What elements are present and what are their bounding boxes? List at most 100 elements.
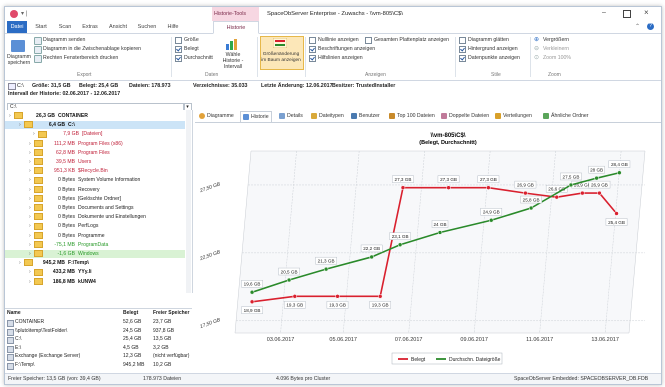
tab-scan[interactable]: Scan	[55, 21, 75, 33]
tab-label: Details	[287, 113, 303, 119]
tab-label: Historie	[251, 114, 269, 120]
tab-duplicates[interactable]: Doppelte Dateien	[441, 111, 489, 121]
print-right-pane-button[interactable]: Rechten Fensterbereich drucken	[43, 55, 118, 61]
help-icon[interactable]: ?	[647, 23, 654, 30]
close-icon[interactable]: ×	[644, 8, 649, 17]
copy-diagram-button[interactable]: Diagramm in die Zwischenablage kopieren	[43, 46, 141, 52]
table-cell-name: Exchange (Exchange Server)	[15, 353, 81, 360]
duplicates-icon	[441, 112, 447, 119]
zero-line-checkbox[interactable]	[309, 37, 316, 44]
labels-checkbox[interactable]	[309, 46, 316, 53]
tree-item-size: 111,2 MB	[53, 140, 75, 147]
status-free-space: Freier Speicher: 13,5 GB (von: 39,4 GB)	[8, 376, 101, 382]
tree-item[interactable]: › 0 Bytes Dokumente und Einstellungen	[5, 213, 185, 221]
tab-ansicht[interactable]: Ansicht	[105, 21, 131, 33]
col-header-name[interactable]: Name	[7, 310, 21, 316]
folder-icon	[34, 148, 43, 156]
size-checkbox[interactable]	[175, 37, 182, 44]
save-diagram-button[interactable]: Diagramm speichern	[6, 54, 32, 66]
used-checkbox[interactable]	[175, 46, 182, 53]
window-title: SpaceObServer Enterprise - Zuwachs - \\v…	[267, 11, 403, 17]
folder-icon	[34, 204, 43, 212]
tree-item[interactable]: › 0 Bytes Programme	[5, 231, 185, 240]
history-line-chart: \\vm-805\C$\(Belegt, Durchschnitt) 17,50 …	[198, 133, 646, 365]
minimize-icon[interactable]: –	[602, 9, 606, 16]
tree-item[interactable]: › 6,4 GB C:\	[5, 121, 185, 130]
divider	[305, 37, 306, 77]
tree-item[interactable]: › 951,3 KB $Recycle.Bin	[5, 167, 185, 175]
tree-item[interactable]: › 62,8 MB Program Files	[5, 148, 185, 157]
tree-item-name: Users	[78, 159, 92, 165]
total-disk-label: Gesamten Plattenplatz anzeigen	[374, 37, 449, 43]
tab-extras[interactable]: Extras	[79, 21, 101, 33]
tree-item[interactable]: › 0 Bytes PerfLogs	[5, 222, 185, 230]
table-row[interactable]: Exchange (Exchange Server) 12,3 GB (nicht …	[5, 353, 192, 362]
maximize-icon[interactable]	[623, 10, 631, 18]
tab-verteilungen[interactable]: Verteilungen	[495, 111, 532, 121]
tab-label: Top 100 Dateien	[397, 113, 435, 119]
table-row[interactable]: C:\ 25,4 GB 13,5 GB	[5, 336, 192, 345]
tree-item[interactable]: › 7,9 GB [Dateien]	[5, 130, 185, 138]
tab-details[interactable]: Details	[279, 111, 303, 121]
tab-hilfe[interactable]: Hilfe	[163, 21, 183, 33]
data-label: 24 GB	[433, 222, 446, 227]
tree-scrollbar[interactable]	[186, 110, 191, 293]
zoom-out-button[interactable]: Verkleinern	[543, 46, 569, 52]
tree-item[interactable]: › 186,8 MB kUNW4	[5, 277, 185, 286]
background-label: Hintergrund anzeigen	[468, 46, 518, 52]
data-point	[369, 254, 374, 260]
tree-item[interactable]: › 39,5 MB Users	[5, 158, 185, 166]
datapoints-checkbox[interactable]	[459, 55, 466, 62]
col-header-free[interactable]: Freier Speicher	[153, 310, 189, 316]
tree-item-size: 0 Bytes	[58, 177, 75, 184]
tree-item[interactable]: › -1,6 GB Windows	[5, 250, 185, 258]
drive-icon	[7, 345, 14, 353]
tree-item[interactable]: › 0 Bytes System Volume Information	[5, 176, 185, 184]
collapse-ribbon-icon[interactable]: ⌃	[635, 23, 640, 30]
history-interval-icon[interactable]	[225, 38, 239, 50]
quick-access-icon[interactable]: ▾ |	[21, 10, 27, 17]
tree-item[interactable]: › 433,2 MB YYy.li	[5, 268, 185, 276]
tab-similar-folders[interactable]: Ähnliche Ordner	[543, 111, 589, 121]
smooth-label: Diagramm glätten	[468, 37, 509, 43]
tab-dateitypen[interactable]: Dateitypen	[311, 111, 344, 121]
top100-icon	[389, 112, 395, 119]
tree-item[interactable]: › 0 Bytes [Gelöschte Ordner]	[5, 194, 185, 203]
tree-item-name: Documents and Settings	[78, 205, 134, 211]
tab-benutzer[interactable]: Benutzer	[351, 111, 380, 121]
helplines-checkbox[interactable]	[309, 55, 316, 62]
average-checkbox[interactable]	[175, 55, 182, 62]
zoom-in-button[interactable]: Vergrößern	[543, 37, 569, 43]
zoom-100-button[interactable]: Zoom 100%	[543, 55, 571, 61]
choose-history-interval-button[interactable]: Wähle Historie -Intervall	[217, 52, 249, 70]
tab-top100[interactable]: Top 100 Dateien	[389, 111, 435, 121]
tree-item[interactable]: › -75,1 MB ProgramData	[5, 240, 185, 249]
table-cell-used: 52,6 GB	[123, 319, 142, 325]
tree-item[interactable]: › 111,2 MB Program Files (x86)	[5, 139, 185, 148]
tree-item[interactable]: › 945,2 MB F:\Temp\	[5, 259, 185, 267]
table-row[interactable]: \\pluto\temp\TestFolder\ 24,5 GB 937,8 GB	[5, 328, 192, 336]
total-disk-checkbox[interactable]	[365, 37, 372, 44]
tab-historie[interactable]: Historie	[213, 21, 259, 34]
tab-start[interactable]: Start	[31, 21, 51, 33]
background-checkbox[interactable]	[459, 46, 466, 53]
smooth-checkbox[interactable]	[459, 37, 466, 44]
tab-suchen[interactable]: Suchen	[135, 21, 159, 33]
data-label: 27,3 GB	[480, 177, 497, 182]
info-dirs: Verzeichnisse: 35.033	[193, 83, 248, 89]
tab-diagramme[interactable]: Diagramme	[199, 111, 234, 121]
save-diagram-icon[interactable]	[11, 40, 25, 52]
tree-item[interactable]: › 0 Bytes Recovery	[5, 185, 185, 194]
table-row[interactable]: E:\ 4,5 GB 3,2 GB	[5, 345, 192, 353]
send-diagram-button[interactable]: Diagramm senden	[43, 37, 85, 43]
tab-historie-chart[interactable]: Historie	[240, 111, 272, 122]
table-cell-free: (nicht verfügbar)	[153, 353, 190, 360]
tree-item[interactable]: › 26,3 GB CONTAINER	[5, 112, 185, 120]
tree-item[interactable]: › 0 Bytes Documents and Settings	[5, 204, 185, 212]
table-row[interactable]: F:\Temp\ 945,2 MB 10,2 GB	[5, 362, 192, 370]
tab-datei[interactable]: Datei	[7, 21, 27, 33]
data-label: 18,9 GB	[244, 308, 261, 313]
table-row[interactable]: CONTAINER 52,6 GB 23,7 GB	[5, 319, 192, 327]
col-header-used[interactable]: Belegt	[123, 310, 138, 316]
print-icon	[34, 55, 42, 63]
